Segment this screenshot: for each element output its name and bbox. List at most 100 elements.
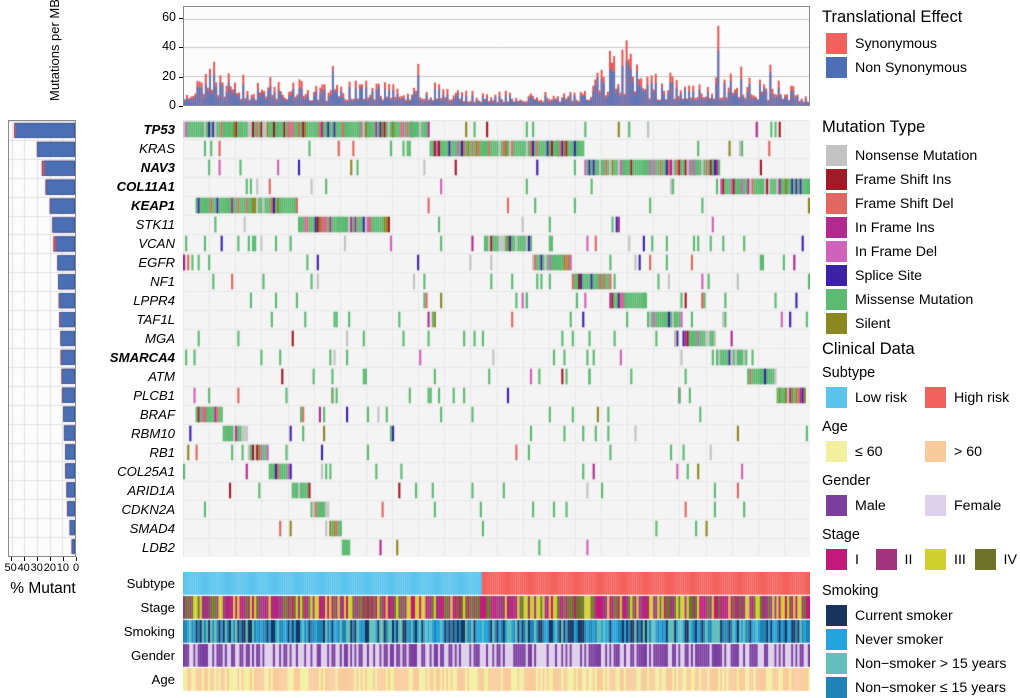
gene-label-column: TP53 KRAS NAV3 COL11A1 KEAP1 STK11 VCAN EGFR NF1…: [84, 120, 179, 557]
gene-label-tp53: TP53: [83, 123, 175, 136]
gene-label-braf: BRAF: [83, 408, 175, 421]
legend-swatch-age-0: [826, 441, 847, 462]
legend-column: Translational EffectSynonymousNon Synony…: [822, 0, 1020, 696]
legend-label-gender-1: Female: [954, 498, 1001, 514]
legend-label-mutation-type-5: Splice Site: [855, 268, 922, 284]
legend-label-smoking-0: Current smoker: [855, 608, 953, 624]
gene-label-nf1: NF1: [83, 275, 175, 288]
percent-mutant-axis-title: % Mutant: [0, 580, 86, 598]
gene-label-col25a1: COL25A1: [83, 465, 175, 478]
legend-label-mutation-type-3: In Frame Ins: [855, 220, 935, 236]
legend-swatch-mutation-type-4: [826, 241, 847, 262]
legend-label-mutation-type-6: Missense Mutation: [855, 292, 973, 308]
legend-swatch-smoking-1: [826, 629, 847, 650]
percent-tick-mark: [11, 557, 12, 561]
legend-label-stage-0: I: [855, 552, 859, 568]
oncoprint-canvas: [183, 120, 810, 557]
legend-swatch-mutation-type-2: [826, 193, 847, 214]
legend-title-translational-effect: Translational Effect: [822, 8, 962, 27]
tmb-tick-label: 20: [140, 69, 176, 83]
legend-subtitle-subtype: Subtype: [822, 365, 875, 381]
legend-label-subtype-1: High risk: [954, 390, 1009, 406]
clinical-track-label-smoking: Smoking: [83, 625, 175, 638]
legend-label-subtype-0: Low risk: [855, 390, 907, 406]
legend-label-stage-3: IV: [1004, 552, 1017, 568]
legend-swatch-mutation-type-7: [826, 313, 847, 334]
clinical-track-label-subtype: Subtype: [83, 577, 175, 590]
legend-subtitle-gender: Gender: [822, 473, 870, 489]
clinical-tracks: [183, 572, 810, 692]
gene-label-atm: ATM: [83, 370, 175, 383]
oncoprint-matrix: [183, 120, 810, 557]
gene-label-plcb1: PLCB1: [83, 389, 175, 402]
legend-label-smoking-2: Non−smoker > 15 years: [855, 656, 1006, 672]
tmb-tick-mark: [179, 106, 183, 107]
clinical-track-label-stage: Stage: [83, 601, 175, 614]
legend-swatch-stage-2: [925, 549, 946, 570]
legend-label-smoking-3: Non−smoker ≤ 15 years: [855, 680, 1006, 696]
legend-label-mutation-type-0: Nonsense Mutation: [855, 148, 977, 164]
percent-tick-mark: [24, 557, 25, 561]
legend-label-age-0: ≤ 60: [855, 444, 883, 460]
legend-swatch-stage-1: [876, 549, 897, 570]
legend-swatch-subtype-0: [826, 387, 847, 408]
legend-swatch-smoking-0: [826, 605, 847, 626]
percent-tick-mark: [63, 557, 64, 561]
tmb-ylabel-wrap: Mutations per MB: [4, 0, 104, 112]
legend-subtitle-stage: Stage: [822, 527, 860, 543]
gene-label-rb1: RB1: [83, 446, 175, 459]
legend-swatch-smoking-3: [826, 677, 847, 698]
legend-swatch-gender-1: [925, 495, 946, 516]
gene-label-vcan: VCAN: [83, 237, 175, 250]
legend-title-clinical-data: Clinical Data: [822, 340, 915, 359]
clinical-tracks-canvas: [183, 572, 810, 692]
gene-label-smarca4: SMARCA4: [83, 351, 175, 364]
gene-label-lppr4: LPPR4: [83, 294, 175, 307]
legend-swatch-translational-effect-1: [826, 57, 847, 78]
legend-label-age-1: > 60: [954, 444, 982, 460]
percent-tick-mark: [37, 557, 38, 561]
gene-label-kras: KRAS: [83, 142, 175, 155]
legend-subtitle-smoking: Smoking: [822, 583, 878, 599]
gene-label-rbm10: RBM10: [83, 427, 175, 440]
tmb-tick-label: 40: [140, 39, 176, 53]
percent-tick-mark: [50, 557, 51, 561]
legend-subtitle-age: Age: [822, 419, 848, 435]
legend-label-mutation-type-2: Frame Shift Del: [855, 196, 954, 212]
oncoprint-figure: Mutations per MB 0204060 50403020100 % M…: [0, 0, 1020, 696]
legend-label-stage-1: II: [905, 552, 913, 568]
tmb-tick-label: 60: [140, 10, 176, 24]
percent-tick-mark: [76, 557, 77, 561]
legend-label-gender-0: Male: [855, 498, 886, 514]
legend-swatch-mutation-type-3: [826, 217, 847, 238]
gene-label-nav3: NAV3: [83, 161, 175, 174]
gene-label-keap1: KEAP1: [83, 199, 175, 212]
gene-label-arid1a: ARID1A: [83, 484, 175, 497]
tmb-tick-label: 0: [140, 98, 176, 112]
legend-swatch-translational-effect-0: [826, 33, 847, 54]
percent-mutant-canvas: [9, 121, 75, 556]
legend-swatch-subtype-1: [925, 387, 946, 408]
legend-title-mutation-type: Mutation Type: [822, 118, 925, 137]
legend-label-mutation-type-4: In Frame Del: [855, 244, 937, 260]
gene-label-mga: MGA: [83, 332, 175, 345]
tmb-y-axis-label: Mutations per MB: [0, 0, 110, 106]
legend-label-mutation-type-1: Frame Shift Ins: [855, 172, 951, 188]
legend-swatch-mutation-type-6: [826, 289, 847, 310]
gene-label-ldb2: LDB2: [83, 541, 175, 554]
legend-label-stage-2: III: [954, 552, 966, 568]
mutation-burden-plot: [183, 6, 810, 106]
percent-mutant-plot: [8, 120, 76, 557]
legend-label-mutation-type-7: Silent: [855, 316, 891, 332]
gene-label-egfr: EGFR: [83, 256, 175, 269]
legend-swatch-stage-3: [975, 549, 996, 570]
gene-label-smad4: SMAD4: [83, 522, 175, 535]
clinical-track-label-age: Age: [83, 673, 175, 686]
legend-swatch-smoking-2: [826, 653, 847, 674]
legend-swatch-mutation-type-5: [826, 265, 847, 286]
gene-label-stk11: STK11: [83, 218, 175, 231]
legend-swatch-age-1: [925, 441, 946, 462]
gene-label-taf1l: TAF1L: [83, 313, 175, 326]
gene-label-col11a1: COL11A1: [83, 180, 175, 193]
legend-label-translational-effect-1: Non Synonymous: [855, 60, 967, 76]
